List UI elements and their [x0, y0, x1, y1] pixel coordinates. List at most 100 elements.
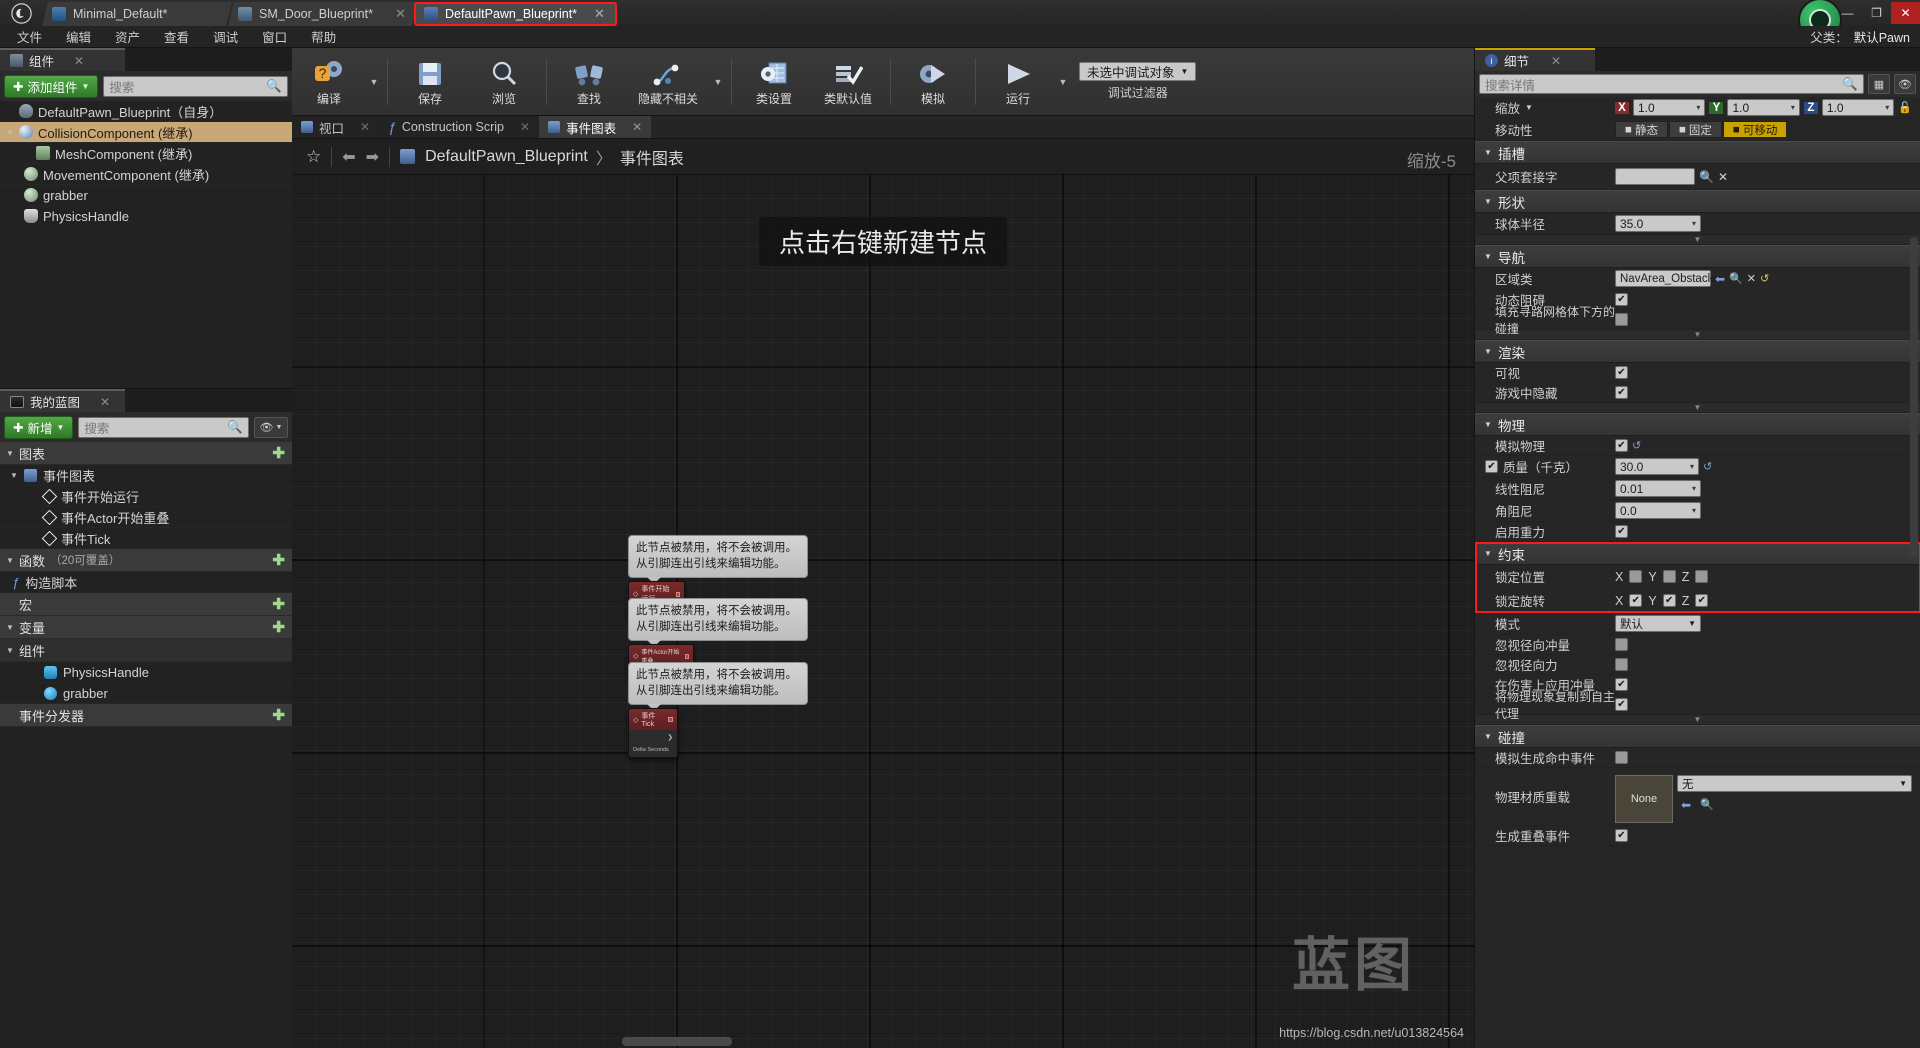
visible-control[interactable]: ✔	[1615, 366, 1920, 379]
components-tree[interactable]: DefaultPawn_Blueprint（自身） ▼ CollisionCom…	[0, 101, 292, 227]
add-component-button[interactable]: ✚ 添加组件 ▼	[4, 74, 99, 98]
toolbar-browse-button[interactable]: 浏览	[467, 48, 541, 115]
scale-x-input[interactable]: 1.0 ▾	[1633, 99, 1706, 116]
window-tabstrip[interactable]: Minimal_Default* SM_Door_Blueprint* ✕ De…	[42, 0, 617, 26]
spinner-icon[interactable]: ▾	[1692, 484, 1696, 493]
details-tab-row[interactable]: i 细节 ✕	[1475, 48, 1920, 71]
property-simulation-generates-hit-events[interactable]: 模拟生成命中事件 ✔	[1475, 748, 1920, 768]
generate-overlap-events-control[interactable]: ✔	[1615, 829, 1920, 842]
tab-components[interactable]: 组件 ✕	[0, 48, 125, 71]
apply-impulse-on-damage-control[interactable]: ✔	[1615, 678, 1920, 691]
mobility-control[interactable]: ■ 静态 ■ 固定 ■ 可移动	[1615, 121, 1920, 138]
tree-item-defaultpawn-self[interactable]: DefaultPawn_Blueprint（自身）	[0, 101, 292, 122]
expander-icon[interactable]: ▼	[6, 128, 14, 137]
close-icon[interactable]: ✕	[385, 6, 406, 22]
tree-item-physicshandle[interactable]: PhysicsHandle	[0, 206, 292, 227]
reset-icon[interactable]: ↺	[1760, 272, 1769, 285]
toolbar-play-button[interactable]: 运行	[981, 48, 1055, 115]
mobility-static-button[interactable]: ■ 静态	[1615, 121, 1668, 138]
section-variables[interactable]: ▼ 变量 ✚	[0, 616, 292, 639]
property-parent-socket[interactable]: 父项套接字 🔍 ✕	[1475, 164, 1920, 190]
add-graph-button[interactable]: ✚	[272, 444, 285, 462]
window-controls[interactable]: — ❐ ✕	[1833, 0, 1920, 26]
tab-my-blueprint[interactable]: 我的蓝图 ✕	[0, 389, 125, 412]
expander-icon[interactable]: ▼	[1484, 549, 1492, 558]
back-arrow-icon[interactable]: ⬅	[342, 147, 355, 167]
checkbox[interactable]: ✔	[1615, 829, 1628, 842]
tab-event-graph[interactable]: 事件图表 ✕	[539, 116, 652, 138]
group-header-collision[interactable]: ▼ 碰撞	[1475, 725, 1920, 748]
node-pin-icon[interactable]	[668, 717, 673, 722]
ignore-radial-force-control[interactable]: ✔	[1615, 658, 1920, 671]
hidden-in-game-control[interactable]: ✔	[1615, 386, 1920, 399]
graph-node-event-tick[interactable]: ◇ 事件Tick ❯ Delta Seconds	[628, 708, 678, 758]
checkbox[interactable]: ✔	[1615, 658, 1628, 671]
spinner-icon[interactable]: ▾	[1885, 103, 1889, 112]
group-header-sockets[interactable]: ▼ 插槽	[1475, 141, 1920, 164]
group-header-constraints[interactable]: ▼ 约束	[1475, 542, 1920, 565]
property-enable-gravity[interactable]: 启用重力 ✔	[1475, 522, 1920, 542]
ignore-radial-impulse-control[interactable]: ✔	[1615, 638, 1920, 651]
menu-item-view[interactable]: 查看	[153, 25, 200, 48]
checkbox[interactable]: ✔	[1615, 525, 1628, 538]
enable-gravity-control[interactable]: ✔	[1615, 525, 1920, 538]
phys-material-control[interactable]: None 无 ▼ ⬅ 🔍	[1615, 770, 1920, 823]
expander-icon[interactable]: ▼	[1484, 420, 1492, 429]
property-angular-damping[interactable]: 角阻尼 0.0 ▾	[1475, 500, 1920, 522]
tree-item-event-beginplay[interactable]: 事件开始运行	[0, 486, 292, 507]
parent-class-value[interactable]: 默认Pawn	[1854, 27, 1910, 46]
section-graphs[interactable]: ▼ 图表 ✚	[0, 442, 292, 465]
property-mass-kg[interactable]: ✔ 质量（千克） 30.0 ▾ ↺	[1475, 456, 1920, 478]
property-linear-damping[interactable]: 线性阻尼 0.01 ▾	[1475, 478, 1920, 500]
checkbox[interactable]: ✔	[1615, 439, 1628, 452]
property-area-class[interactable]: 区域类 NavArea_Obstacle ▼ ⬅ 🔍 ✕ ↺	[1475, 268, 1920, 290]
menu-item-edit[interactable]: 编辑	[55, 25, 102, 48]
node-pin-icon[interactable]	[675, 591, 680, 597]
tree-item-event-tick[interactable]: 事件Tick	[0, 528, 292, 549]
debug-object-select[interactable]: 未选中调试对象 ▼	[1079, 62, 1197, 81]
back-arrow-icon[interactable]: ⬅	[1715, 272, 1725, 286]
toolbar-find-button[interactable]: 查找	[552, 48, 626, 115]
tree-item-event-actorbeginoverlap[interactable]: 事件Actor开始重叠	[0, 507, 292, 528]
fill-collision-control[interactable]: ✔	[1615, 313, 1920, 326]
lock-rot-z-checkbox[interactable]: ✔	[1695, 594, 1709, 607]
breadcrumb-root[interactable]: DefaultPawn_Blueprint	[425, 148, 588, 166]
checkbox[interactable]: ✔	[1615, 366, 1628, 379]
dynamic-obstacle-control[interactable]: ✔	[1615, 293, 1920, 306]
section-functions[interactable]: ▼ 函数 （20可覆盖） ✚	[0, 549, 292, 572]
scale-z-input[interactable]: 1.0 ▾	[1821, 99, 1895, 116]
property-generate-overlap-events[interactable]: 生成重叠事件 ✔	[1475, 826, 1920, 846]
property-ignore-radial-impulse[interactable]: 忽视径向冲量 ✔	[1475, 635, 1920, 655]
expand-more-indicator[interactable]: ▼	[1475, 403, 1920, 413]
myblueprint-search-input[interactable]: 搜索 🔍	[78, 416, 249, 438]
checkbox[interactable]: ✔	[1615, 698, 1628, 711]
tab-viewport[interactable]: 视口 ✕	[292, 116, 380, 138]
mobility-stationary-button[interactable]: ■ 固定	[1668, 121, 1722, 138]
section-macros[interactable]: ▼ 宏 ✚	[0, 593, 292, 616]
checkbox[interactable]: ✔	[1615, 313, 1628, 326]
sphere-radius-input[interactable]: 35.0 ▾	[1615, 215, 1701, 232]
minimize-button[interactable]: —	[1833, 2, 1862, 24]
close-icon[interactable]: ✕	[100, 395, 110, 409]
close-icon[interactable]: ✕	[1551, 54, 1561, 68]
lock-rot-x-checkbox[interactable]: ✔	[1629, 594, 1643, 607]
expand-more-indicator[interactable]: ▼	[1475, 235, 1920, 245]
section-event-dispatchers[interactable]: ▼ 事件分发器 ✚	[0, 704, 292, 727]
mobility-movable-button[interactable]: ■ 可移动	[1722, 121, 1788, 138]
blueprint-graph-canvas[interactable]: 点击右键新建节点 此节点被禁用，将不会被调用。 从引脚连出引线来编辑功能。 ◇ …	[292, 175, 1474, 1048]
sphere-radius-control[interactable]: 35.0 ▾	[1615, 215, 1920, 232]
parent-socket-input[interactable]	[1615, 168, 1695, 185]
tab-construction-script[interactable]: ƒ Construction Scrip ✕	[379, 116, 540, 138]
mass-control[interactable]: 30.0 ▾ ↺	[1615, 458, 1920, 475]
tree-item-movementcomponent[interactable]: MovementComponent (继承)	[0, 164, 292, 185]
details-eye-button[interactable]: 👁	[1894, 74, 1916, 94]
window-tab-sm-door-blueprint[interactable]: SM_Door_Blueprint* ✕	[228, 2, 418, 26]
parent-socket-control[interactable]: 🔍 ✕	[1615, 168, 1920, 185]
property-visible[interactable]: 可视 ✔	[1475, 363, 1920, 383]
menu-item-debug[interactable]: 调试	[202, 25, 249, 48]
breadcrumb[interactable]: DefaultPawn_Blueprint 〉 事件图表	[425, 145, 684, 169]
tree-item-event-graph[interactable]: ▼ 事件图表	[0, 465, 292, 486]
subsection-components[interactable]: ▼ 组件	[0, 639, 292, 662]
phys-material-select[interactable]: 无 ▼	[1677, 775, 1912, 792]
clear-icon[interactable]: ✕	[1718, 170, 1728, 184]
